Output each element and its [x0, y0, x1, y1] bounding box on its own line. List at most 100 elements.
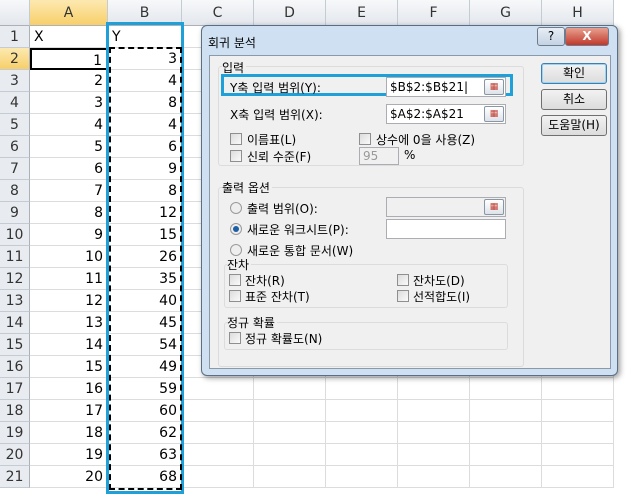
cell-e19[interactable] [326, 422, 398, 444]
cell-f21[interactable] [398, 466, 470, 488]
column-header-c[interactable]: C [182, 0, 254, 26]
column-header-h[interactable]: H [542, 0, 614, 26]
row-header[interactable]: 2 [0, 48, 30, 70]
confidence-input[interactable]: 95 [359, 147, 399, 165]
cell-f19[interactable] [398, 422, 470, 444]
range-select-icon[interactable]: ▦ [484, 106, 504, 122]
help-title-button[interactable]: ? [537, 27, 565, 46]
const-zero-checkbox[interactable] [359, 133, 371, 145]
cell-g20[interactable] [470, 444, 542, 466]
cell-a20[interactable]: 19 [30, 444, 108, 466]
cell-e17[interactable] [326, 378, 398, 400]
cell-e21[interactable] [326, 466, 398, 488]
row-header[interactable]: 16 [0, 356, 30, 378]
range-select-icon[interactable]: ▦ [484, 79, 504, 95]
cell-a6[interactable]: 5 [30, 136, 108, 158]
cell-f18[interactable] [398, 400, 470, 422]
range-select-icon[interactable]: ▦ [484, 199, 504, 215]
new-workbook-radio[interactable] [230, 244, 242, 256]
cell-f17[interactable] [398, 378, 470, 400]
column-header-a[interactable]: A [30, 0, 108, 26]
cell-a5[interactable]: 4 [30, 114, 108, 136]
line-fit-checkbox[interactable] [397, 290, 409, 302]
cell-a18[interactable]: 17 [30, 400, 108, 422]
confidence-checkbox[interactable] [230, 150, 242, 162]
cell-d19[interactable] [254, 422, 326, 444]
cell-g19[interactable] [470, 422, 542, 444]
cell-a9[interactable]: 8 [30, 202, 108, 224]
cell-e20[interactable] [326, 444, 398, 466]
output-range-radio[interactable] [230, 202, 242, 214]
row-header[interactable]: 13 [0, 290, 30, 312]
cell-d21[interactable] [254, 466, 326, 488]
row-header[interactable]: 4 [0, 92, 30, 114]
cell-c21[interactable] [182, 466, 254, 488]
cell-a2[interactable]: 1 [30, 48, 108, 70]
row-header[interactable]: 6 [0, 136, 30, 158]
cell-a12[interactable]: 11 [30, 268, 108, 290]
row-header[interactable]: 11 [0, 246, 30, 268]
cell-d20[interactable] [254, 444, 326, 466]
cell-a16[interactable]: 15 [30, 356, 108, 378]
cell-h21[interactable] [542, 466, 614, 488]
cell-d17[interactable] [254, 378, 326, 400]
row-header[interactable]: 17 [0, 378, 30, 400]
cell-a10[interactable]: 9 [30, 224, 108, 246]
column-header-e[interactable]: E [326, 0, 398, 26]
cell-a1[interactable]: X [30, 26, 108, 48]
cell-f20[interactable] [398, 444, 470, 466]
cell-a3[interactable]: 2 [30, 70, 108, 92]
labels-checkbox[interactable] [230, 133, 242, 145]
cell-e18[interactable] [326, 400, 398, 422]
residuals-checkbox[interactable] [229, 274, 241, 286]
std-residuals-checkbox[interactable] [229, 290, 241, 302]
row-header[interactable]: 10 [0, 224, 30, 246]
row-header[interactable]: 21 [0, 466, 30, 488]
row-header[interactable]: 12 [0, 268, 30, 290]
cell-a4[interactable]: 3 [30, 92, 108, 114]
cell-a13[interactable]: 12 [30, 290, 108, 312]
row-header[interactable]: 9 [0, 202, 30, 224]
row-header[interactable]: 7 [0, 158, 30, 180]
new-sheet-radio[interactable] [230, 223, 242, 235]
cell-c19[interactable] [182, 422, 254, 444]
row-header[interactable]: 19 [0, 422, 30, 444]
row-header[interactable]: 20 [0, 444, 30, 466]
cell-h20[interactable] [542, 444, 614, 466]
help-button[interactable]: 도움말(H) [541, 115, 607, 136]
cell-h17[interactable] [542, 378, 614, 400]
column-header-f[interactable]: F [398, 0, 470, 26]
row-header[interactable]: 18 [0, 400, 30, 422]
cell-a14[interactable]: 13 [30, 312, 108, 334]
cell-c20[interactable] [182, 444, 254, 466]
select-all-corner[interactable] [0, 0, 30, 26]
cell-a7[interactable]: 6 [30, 158, 108, 180]
cell-g17[interactable] [470, 378, 542, 400]
cell-d18[interactable] [254, 400, 326, 422]
row-header[interactable]: 14 [0, 312, 30, 334]
cell-c18[interactable] [182, 400, 254, 422]
cell-a8[interactable]: 7 [30, 180, 108, 202]
cell-h18[interactable] [542, 400, 614, 422]
residual-plots-checkbox[interactable] [397, 274, 409, 286]
cell-h19[interactable] [542, 422, 614, 444]
cell-a11[interactable]: 10 [30, 246, 108, 268]
cell-c17[interactable] [182, 378, 254, 400]
cell-a19[interactable]: 18 [30, 422, 108, 444]
cell-g21[interactable] [470, 466, 542, 488]
cell-a15[interactable]: 14 [30, 334, 108, 356]
row-header[interactable]: 15 [0, 334, 30, 356]
column-header-g[interactable]: G [470, 0, 542, 26]
cell-g18[interactable] [470, 400, 542, 422]
cell-a21[interactable]: 20 [30, 466, 108, 488]
row-header[interactable]: 8 [0, 180, 30, 202]
ok-button[interactable]: 확인 [541, 63, 607, 84]
cell-a17[interactable]: 16 [30, 378, 108, 400]
close-button[interactable]: X [565, 27, 609, 46]
row-header[interactable]: 5 [0, 114, 30, 136]
column-header-d[interactable]: D [254, 0, 326, 26]
normal-plot-checkbox[interactable] [229, 332, 241, 344]
cancel-button[interactable]: 취소 [541, 89, 607, 110]
row-header[interactable]: 1 [0, 26, 30, 48]
row-header[interactable]: 3 [0, 70, 30, 92]
